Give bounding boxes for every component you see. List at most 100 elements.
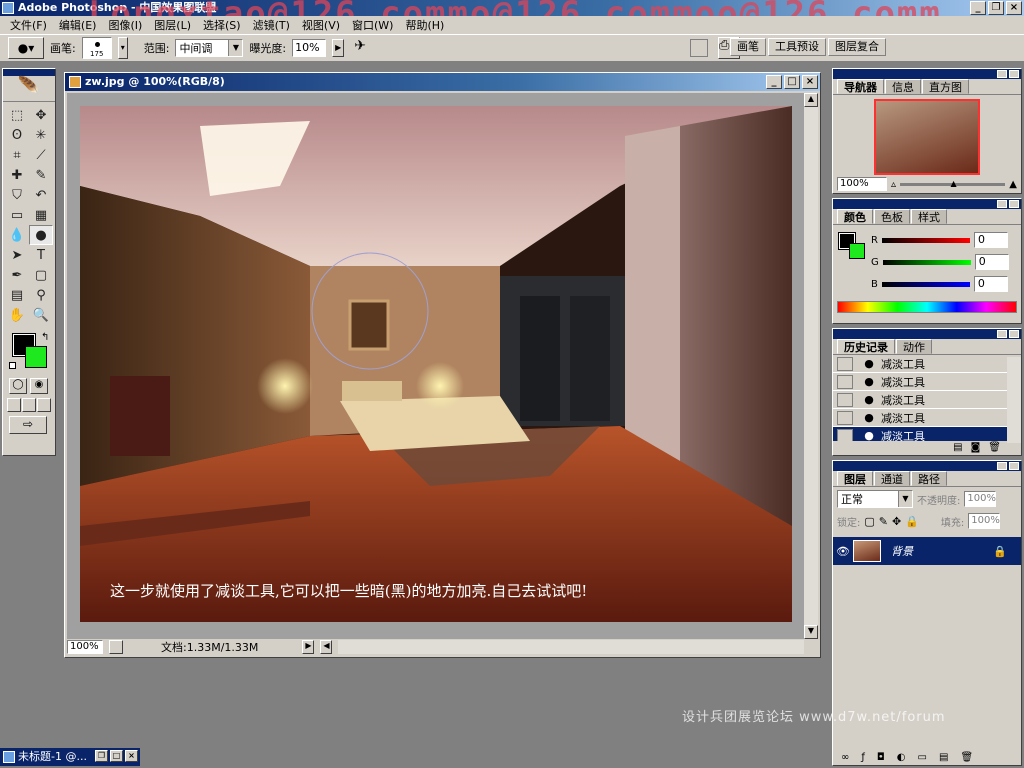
link-layers-icon[interactable]: ∞ [841, 752, 849, 763]
notes-tool-icon[interactable]: ▤ [5, 285, 29, 305]
eyedropper-tool-icon[interactable]: ⚲ [29, 285, 53, 305]
fill-input[interactable]: 100% [968, 513, 1001, 529]
zoom-in-icon[interactable]: ▲ [1009, 179, 1017, 190]
history-snapshot-checkbox[interactable] [837, 410, 853, 425]
color-ramp[interactable] [837, 301, 1017, 313]
panel-close-button[interactable] [1009, 200, 1019, 208]
horizontal-scrollbar[interactable] [338, 640, 804, 654]
clone-stamp-tool-icon[interactable]: ⛉ [5, 185, 29, 205]
crop-tool-icon[interactable]: ⌗ [5, 145, 29, 165]
red-slider[interactable] [881, 237, 970, 243]
marquee-tool-icon[interactable]: ⬚ [5, 105, 29, 125]
navigator-panel-header[interactable] [833, 69, 1021, 79]
green-slider[interactable] [882, 259, 971, 265]
scroll-up-icon[interactable]: ▲ [804, 93, 818, 107]
panel-minimize-button[interactable] [997, 200, 1007, 208]
camera-icon[interactable]: ◙ [971, 442, 981, 453]
green-value-input[interactable]: 0 [974, 254, 1009, 270]
path-selection-tool-icon[interactable]: ➤ [5, 245, 29, 265]
visibility-eye-icon[interactable]: 👁 [833, 545, 853, 558]
menu-layer[interactable]: 图层(L) [148, 17, 197, 33]
history-item-selected[interactable]: ● 减淡工具 [833, 427, 1007, 441]
default-colors-icon[interactable] [9, 362, 16, 369]
history-item[interactable]: ● 减淡工具 [833, 355, 1007, 373]
well-tab-tool-presets[interactable]: 工具预设 [768, 38, 826, 56]
panel-close-button[interactable] [1009, 330, 1019, 338]
panel-close-button[interactable] [1009, 462, 1019, 470]
quick-mask-icon[interactable]: ◉ [30, 378, 48, 394]
panel-close-button[interactable] [1009, 70, 1019, 78]
blue-value-input[interactable]: 0 [973, 276, 1008, 292]
history-item[interactable]: ● 减淡工具 [833, 409, 1007, 427]
airbrush-icon[interactable]: ✈ [350, 38, 370, 58]
dodge-tool-icon[interactable]: ● [29, 225, 53, 245]
menu-view[interactable]: 视图(V) [296, 17, 346, 33]
restore-button[interactable]: ❐ [988, 1, 1004, 15]
zoom-tool-icon[interactable]: 🔍 [29, 305, 53, 325]
hscroll-left-icon[interactable]: ◀ [320, 640, 333, 654]
brush-preset-picker[interactable]: 175 [81, 37, 112, 59]
lock-transparent-icon[interactable]: ▢ [864, 515, 874, 528]
tool-preset-picker[interactable]: ●▾ [8, 37, 44, 59]
history-panel-header[interactable] [833, 329, 1021, 339]
layers-panel-header[interactable] [833, 461, 1021, 471]
lock-position-icon[interactable]: ✥ [892, 515, 901, 528]
blue-slider[interactable] [881, 281, 970, 287]
doc-minimize-button[interactable]: _ [766, 75, 782, 89]
color-panel-header[interactable] [833, 199, 1021, 209]
trash-icon[interactable]: 🗑 [988, 442, 1001, 453]
new-layer-icon[interactable]: ▤ [939, 752, 948, 763]
move-tool-icon[interactable]: ✥ [29, 105, 53, 125]
scroll-down-icon[interactable]: ▼ [804, 625, 818, 639]
canvas-area[interactable]: 这一步就使用了减谈工具,它可以把一些暗(黑)的地方加亮.自己去试试吧! [67, 93, 804, 639]
jump-to-imageready-icon[interactable]: ⇨ [9, 416, 47, 434]
type-tool-icon[interactable]: T [29, 245, 53, 265]
tab-swatches[interactable]: 色板 [874, 209, 910, 224]
opacity-input[interactable]: 100% [964, 491, 997, 507]
well-tab-layer-comps[interactable]: 图层复合 [828, 38, 886, 56]
menu-image[interactable]: 图像(I) [102, 17, 148, 33]
brush-dropdown-arrow-icon[interactable]: ▾ [117, 37, 128, 59]
slice-tool-icon[interactable]: ⟋ [29, 145, 53, 165]
screen-mode-full-icon[interactable] [37, 398, 51, 412]
tab-actions[interactable]: 动作 [896, 339, 932, 354]
lock-all-icon[interactable]: 🔒 [905, 515, 919, 528]
close-button[interactable]: × [1006, 1, 1022, 15]
exposure-slider-arrow-icon[interactable]: ▶ [332, 39, 345, 57]
blend-mode-select[interactable]: 正常 ▼ [837, 490, 913, 508]
tab-histogram[interactable]: 直方图 [922, 79, 969, 94]
panel-minimize-button[interactable] [997, 70, 1007, 78]
shape-tool-icon[interactable]: ▢ [29, 265, 53, 285]
new-group-icon[interactable]: ▭ [918, 752, 927, 763]
menu-select[interactable]: 选择(S) [197, 17, 247, 33]
layer-mask-icon[interactable]: ◘ [877, 752, 885, 763]
screen-mode-full-menu-icon[interactable] [22, 398, 36, 412]
history-item[interactable]: ● 减淡工具 [833, 391, 1007, 409]
panel-minimize-button[interactable] [997, 462, 1007, 470]
adjustment-layer-icon[interactable]: ◐ [897, 752, 906, 763]
tab-channels[interactable]: 通道 [874, 471, 910, 486]
exposure-input[interactable]: 10% [292, 39, 327, 57]
menu-edit[interactable]: 编辑(E) [53, 17, 103, 33]
eraser-tool-icon[interactable]: ▭ [5, 205, 29, 225]
history-snapshot-checkbox[interactable] [837, 356, 853, 371]
gradient-tool-icon[interactable]: ▦ [29, 205, 53, 225]
tab-navigator[interactable]: 导航器 [837, 79, 884, 94]
menu-filter[interactable]: 滤镜(T) [247, 17, 296, 33]
vertical-scrollbar[interactable]: ▲ ▼ [804, 93, 818, 639]
range-select[interactable]: 中间调 ▼ [175, 39, 244, 57]
status-arrow-icon[interactable]: ▶ [302, 640, 315, 654]
lock-image-icon[interactable]: ✎ [879, 515, 888, 528]
healing-brush-tool-icon[interactable]: ✚ [5, 165, 29, 185]
lasso-tool-icon[interactable]: ʘ [5, 125, 29, 145]
tab-history[interactable]: 历史记录 [837, 339, 895, 354]
red-value-input[interactable]: 0 [973, 232, 1008, 248]
min-restore-button[interactable]: ❐ [95, 750, 108, 762]
history-snapshot-checkbox[interactable] [837, 428, 853, 441]
status-menu-icon[interactable] [109, 640, 123, 654]
min-maximize-button[interactable]: □ [110, 750, 123, 762]
blur-tool-icon[interactable]: 💧 [5, 225, 29, 245]
slider-thumb-icon[interactable]: ▲ [951, 179, 957, 188]
delete-layer-icon[interactable]: 🗑 [960, 752, 973, 763]
tab-paths[interactable]: 路径 [911, 471, 947, 486]
